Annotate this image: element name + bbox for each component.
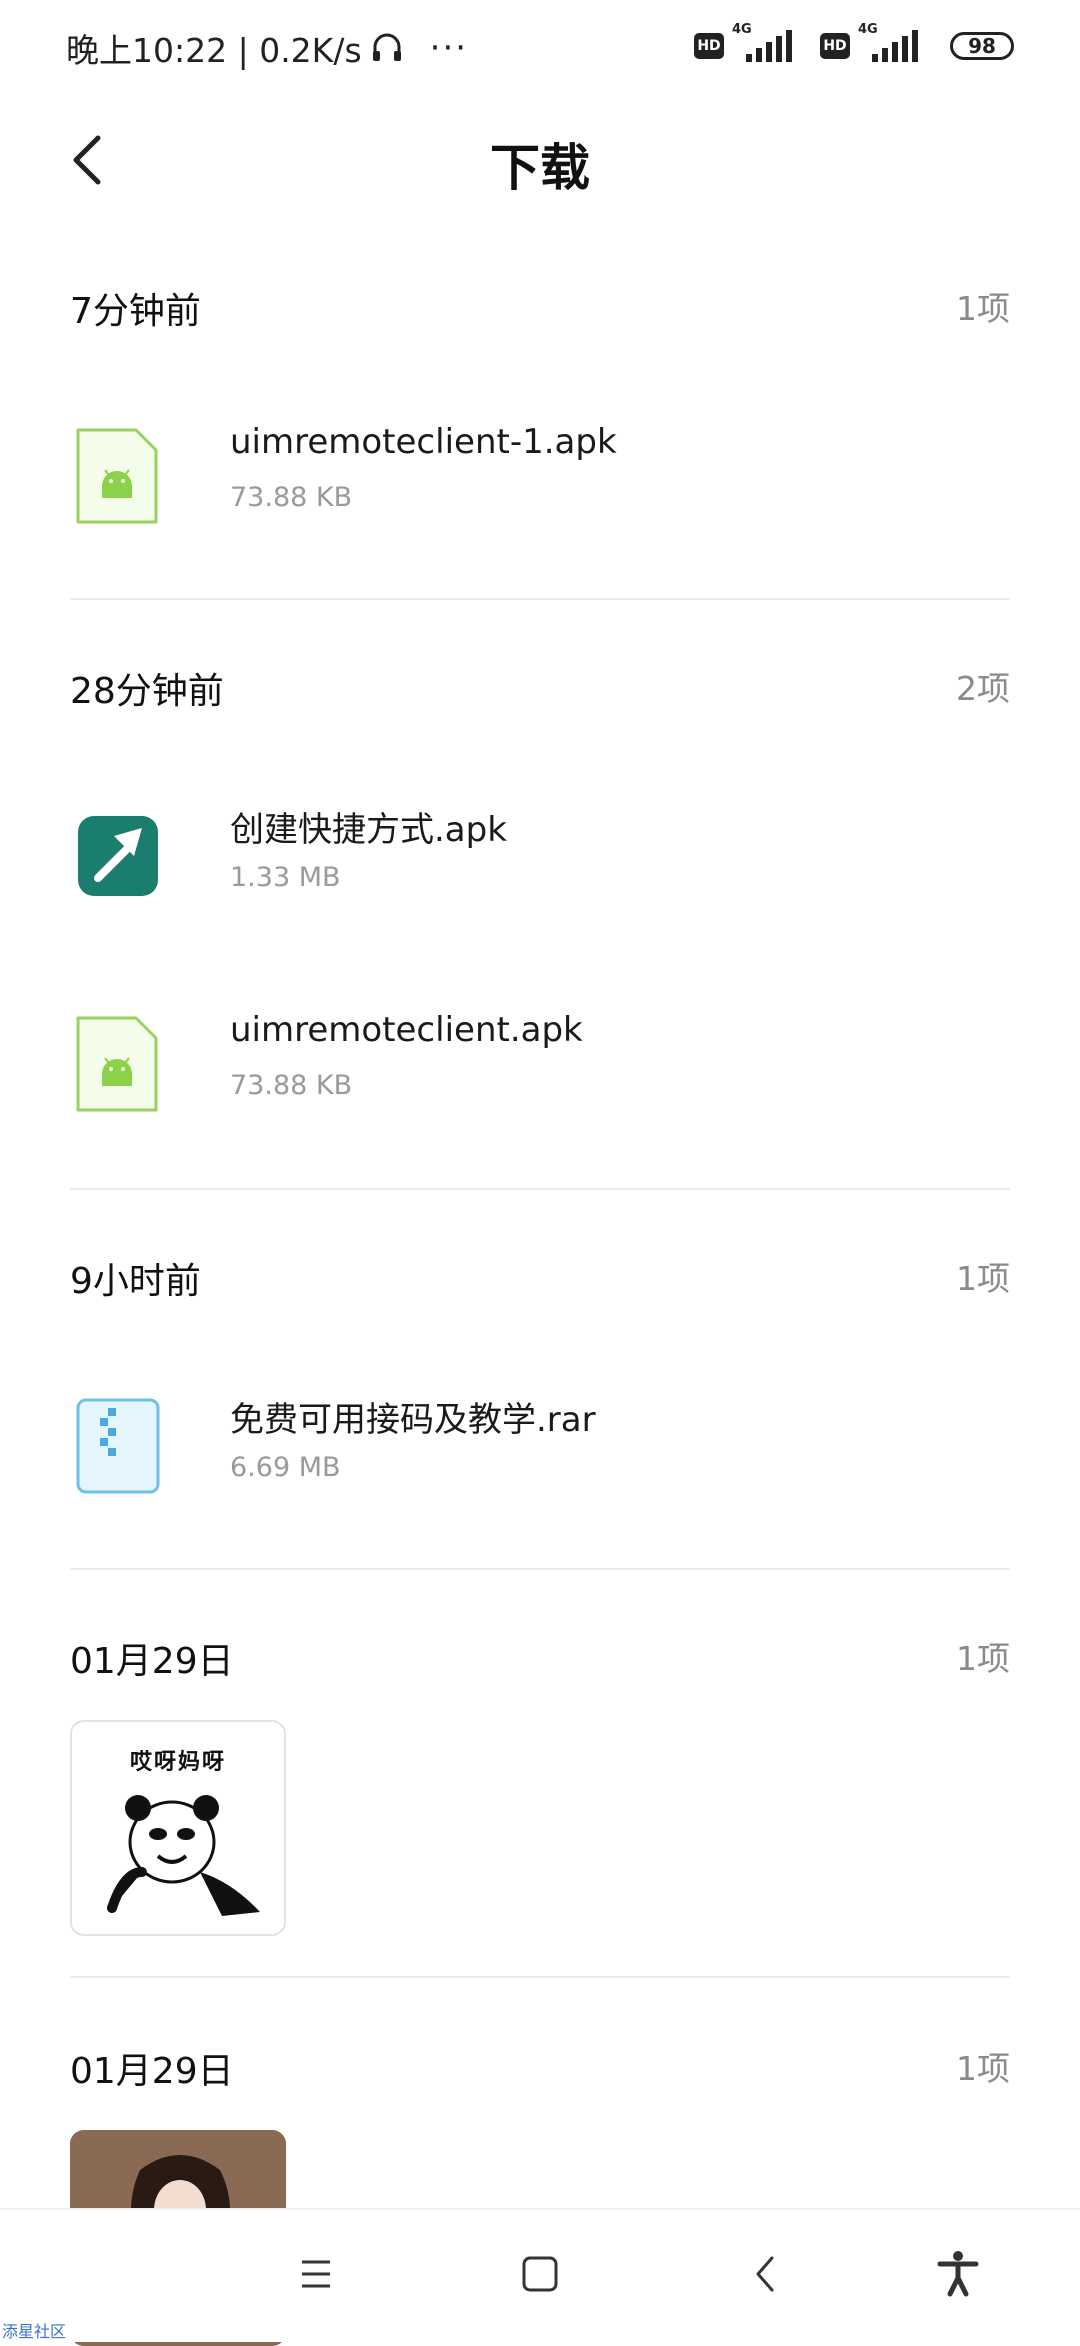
file-name: uimremoteclient-1.apk	[230, 422, 617, 462]
section-count: 2项	[956, 669, 1010, 708]
status-left: 晚上10:22 | 0.2K/s ···	[66, 24, 468, 72]
divider	[70, 1568, 1010, 1570]
file-name: 免费可用接码及教学.rar	[230, 1400, 596, 1440]
header: 下载	[0, 110, 1080, 220]
file-size: 1.33 MB	[230, 862, 341, 893]
section-header: 01月29日 1项	[70, 1632, 1010, 1692]
file-row[interactable]: 创建快捷方式.apk 1.33 MB	[0, 782, 1080, 932]
section-header: 01月29日 1项	[70, 2042, 1010, 2102]
watermark: 添星社区	[2, 2322, 67, 2341]
file-row[interactable]: uimremoteclient-1.apk 73.88 KB	[0, 402, 1080, 552]
accessibility-button[interactable]	[928, 2244, 988, 2304]
section-title: 01月29日	[70, 1641, 234, 1682]
android-apk-icon	[74, 426, 160, 526]
file-name: 创建快捷方式.apk	[230, 810, 507, 850]
divider	[70, 598, 1010, 600]
back-chevron-icon	[756, 2256, 774, 2292]
section-header: 9小时前 1项	[70, 1252, 1010, 1312]
page-title: 下载	[490, 139, 590, 197]
status-bar: 晚上10:22 | 0.2K/s ··· HD 4G HD 4G 98	[0, 0, 1080, 96]
more-notifications-icon: ···	[429, 28, 469, 68]
shortcut-app-icon	[74, 806, 160, 906]
network-type-label: 4G	[732, 22, 752, 37]
hd-voice-icon-2: HD	[820, 33, 850, 59]
section-count: 1项	[956, 1259, 1010, 1298]
signal-icon: 4G	[732, 22, 802, 64]
divider	[70, 1188, 1010, 1190]
recent-apps-button[interactable]	[286, 2244, 346, 2304]
section-header: 28分钟前 2项	[70, 662, 1010, 722]
file-name: uimremoteclient.apk	[230, 1010, 583, 1050]
network-type-label-2: 4G	[858, 22, 878, 37]
file-row[interactable]: uimremoteclient.apk 73.88 KB	[0, 990, 1080, 1140]
archive-icon	[74, 1396, 160, 1496]
section-count: 1项	[956, 2049, 1010, 2088]
navigation-bar	[0, 2208, 1080, 2342]
accessibility-icon	[937, 2251, 979, 2297]
file-row[interactable]: 免费可用接码及教学.rar 6.69 MB	[0, 1372, 1080, 1522]
home-square-icon	[522, 2256, 558, 2292]
signal-icon-2: 4G	[858, 22, 928, 64]
file-size: 6.69 MB	[230, 1452, 341, 1483]
section-header: 7分钟前 1项	[70, 282, 1010, 342]
nav-back-button[interactable]	[736, 2244, 796, 2304]
headset-icon	[370, 31, 404, 65]
android-apk-icon	[74, 1014, 160, 1114]
section-count: 1项	[956, 289, 1010, 328]
section-count: 1项	[956, 1639, 1010, 1678]
section-title: 28分钟前	[70, 671, 224, 712]
section-title: 01月29日	[70, 2051, 234, 2092]
menu-icon	[302, 2260, 330, 2288]
file-size: 73.88 KB	[230, 1070, 353, 1101]
section-title: 9小时前	[70, 1261, 201, 1302]
status-right: HD 4G HD 4G 98	[694, 22, 1014, 64]
status-time-speed: 晚上10:22 | 0.2K/s	[66, 31, 362, 70]
panda-meme-image	[107, 1795, 260, 1916]
battery-icon: 98	[950, 32, 1014, 60]
section-title: 7分钟前	[70, 291, 201, 332]
image-thumbnail[interactable]: 哎呀妈呀	[70, 1720, 286, 1936]
divider	[70, 1976, 1010, 1978]
hd-voice-icon: HD	[694, 33, 724, 59]
home-button[interactable]	[510, 2244, 570, 2304]
file-size: 73.88 KB	[230, 482, 353, 513]
